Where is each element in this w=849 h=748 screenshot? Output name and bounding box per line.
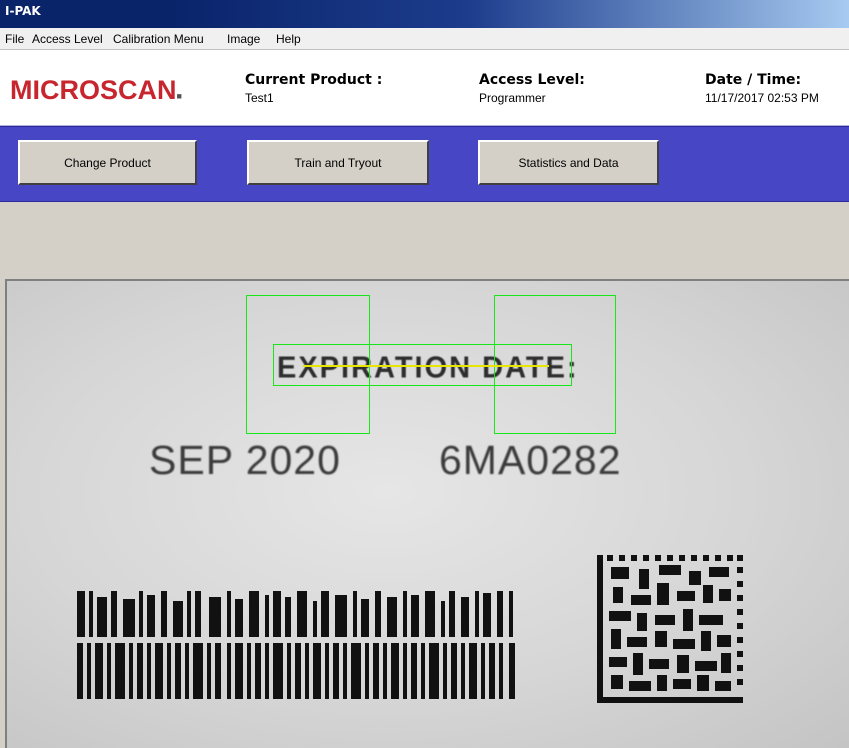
change-product-label: Change Product [64,155,151,170]
info-header: MICROSCAN■ Current Product : Test1 Acces… [0,50,849,126]
datetime-value: 11/17/2017 02:53 PM [705,91,819,105]
menu-help[interactable]: Help [276,32,301,46]
current-product-label: Current Product : [245,72,383,88]
menu-calibration[interactable]: Calibration Menu [113,32,204,46]
trace-line [303,365,549,367]
camera-image-view[interactable]: EXPIRATION DATE: SEP 2020 6MA0282 [5,279,849,748]
current-product-value: Test1 [245,91,274,105]
application-window: I-PAK File Access Level Calibration Menu… [0,0,849,748]
access-level-value: Programmer [479,91,546,105]
title-bar[interactable]: I-PAK [0,0,849,28]
logo-mark-icon: ■ [176,91,182,101]
logo-text: MICROSCAN [10,75,177,105]
status-area [0,202,849,279]
image-date-code: SEP 2020 [149,437,341,483]
menu-file[interactable]: File [5,32,24,46]
image-lot-code: 6MA0282 [439,437,622,483]
linear-barcode [77,591,515,699]
window-title: I-PAK [5,4,41,18]
microscan-logo: MICROSCAN■ [10,75,182,106]
statistics-data-label: Statistics and Data [518,155,619,170]
train-tryout-button[interactable]: Train and Tryout [247,140,429,185]
action-toolbar: Change Product Train and Tryout Statisti… [0,126,849,202]
menu-image[interactable]: Image [227,32,260,46]
access-level-label: Access Level: [479,72,585,88]
statistics-data-button[interactable]: Statistics and Data [478,140,659,185]
menu-access-level[interactable]: Access Level [32,32,103,46]
menu-bar: File Access Level Calibration Menu Image… [0,28,849,50]
change-product-button[interactable]: Change Product [18,140,197,185]
datamatrix-code [597,555,743,703]
train-tryout-label: Train and Tryout [294,155,382,170]
datetime-label: Date / Time: [705,72,802,88]
